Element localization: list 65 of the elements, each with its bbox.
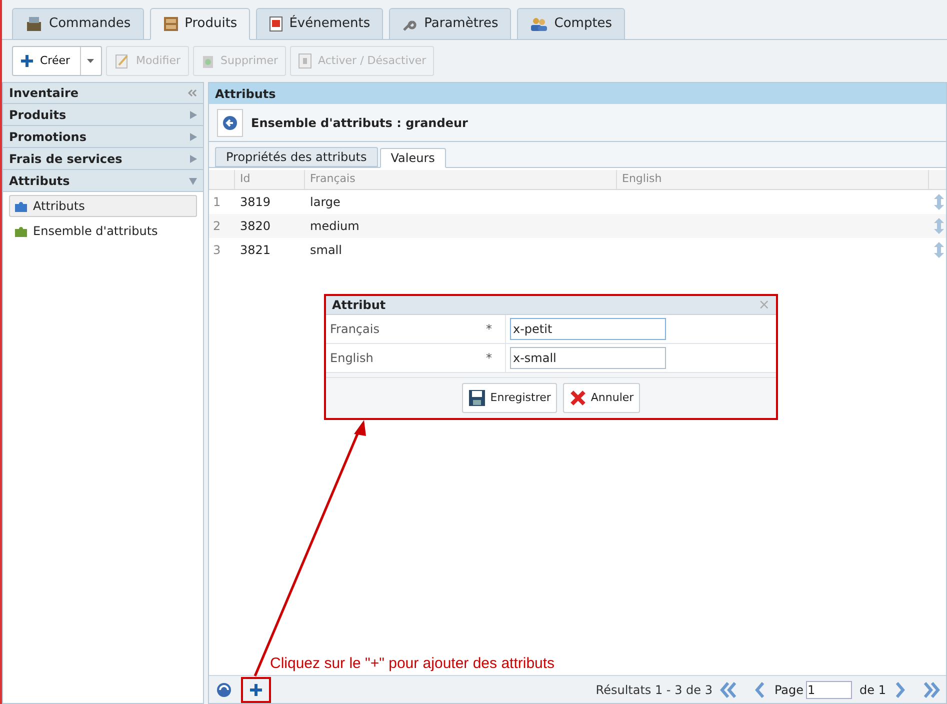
sidebar-section[interactable]: Produits (3, 104, 203, 126)
nav-tab[interactable]: Commandes (12, 8, 144, 40)
row-number: 1 (212, 194, 222, 211)
users-icon (530, 16, 548, 32)
panel-heading: Ensemble d'attributs : grandeur (251, 114, 468, 132)
calendar-icon (269, 16, 284, 32)
first-page-icon[interactable] (720, 682, 738, 698)
table-cell-text: 3821 (239, 242, 272, 259)
field-label: Français (329, 321, 380, 338)
nav-tab[interactable]: Comptes (517, 8, 626, 40)
sidebar-title: Inventaire (9, 85, 79, 102)
nav-tab[interactable]: Événements (256, 8, 384, 40)
row-number: 2 (212, 218, 222, 235)
add-button[interactable] (241, 676, 271, 702)
trash-icon (200, 53, 215, 69)
sort-arrows-icon[interactable] (933, 194, 945, 210)
column-header: Id (235, 170, 305, 189)
last-page-icon[interactable] (922, 682, 940, 698)
collapse-icon[interactable] (187, 89, 197, 97)
table-cell-text: small (309, 242, 343, 259)
sidebar-item[interactable]: Attributs (9, 195, 197, 217)
field-label: English (329, 350, 374, 367)
page-field[interactable]: 1 (806, 680, 852, 698)
dialog-button[interactable]: Enregistrer (462, 383, 557, 413)
dialog-button[interactable]: Annuler (562, 383, 640, 413)
cabinet-icon (162, 16, 179, 32)
cash-register-icon (25, 16, 43, 32)
column-header: English (617, 170, 929, 189)
dialog-title: Attribut (332, 297, 386, 314)
nav-tab[interactable]: Produits (150, 8, 250, 40)
back-button[interactable] (217, 108, 243, 136)
column-header: Français (305, 170, 617, 189)
sidebar-section[interactable]: Frais de services (3, 148, 203, 170)
annotation-text: Cliquez sur le "+" pour ajouter des attributs (270, 654, 555, 674)
text-field[interactable]: x-small (510, 347, 666, 369)
text-field[interactable]: x-petit (510, 318, 666, 340)
nav-tab[interactable]: Paramètres (389, 8, 512, 40)
panel-header: Attributs (209, 83, 946, 104)
plus-icon (249, 682, 263, 696)
row-number: 3 (212, 242, 222, 259)
toolbar-button[interactable]: Créer (12, 46, 102, 76)
sidebar-item[interactable]: Ensemble d'attributs (9, 220, 197, 242)
table-cell-text: medium (309, 218, 360, 235)
table-cell-text: 3820 (239, 218, 272, 235)
sort-arrows-icon[interactable] (933, 218, 945, 234)
caret-icon[interactable] (87, 59, 94, 63)
sidebar-section[interactable]: Promotions (3, 126, 203, 148)
table-cell-text: 3819 (239, 194, 272, 211)
required-mark: * (486, 321, 493, 338)
pencil-icon (114, 53, 130, 69)
page-total: de 1 (860, 682, 886, 698)
sort-arrows-icon[interactable] (933, 242, 945, 258)
refresh-icon[interactable] (215, 680, 233, 698)
next-page-icon[interactable] (894, 682, 906, 698)
sidebar-section[interactable]: Attributs (3, 170, 203, 192)
previous-page-icon[interactable] (754, 682, 766, 698)
cross-icon (568, 389, 587, 407)
results-count: Résultats 1 - 3 de 3 (596, 682, 712, 698)
sub-tab[interactable]: Valeurs (380, 148, 446, 168)
page-label: Page (774, 682, 804, 698)
required-mark: * (486, 350, 493, 367)
sub-tab[interactable]: Propriétés des attributs (215, 147, 378, 167)
table-cell-text: large (309, 194, 342, 211)
plus-icon (20, 54, 34, 68)
switch-icon (298, 53, 312, 69)
